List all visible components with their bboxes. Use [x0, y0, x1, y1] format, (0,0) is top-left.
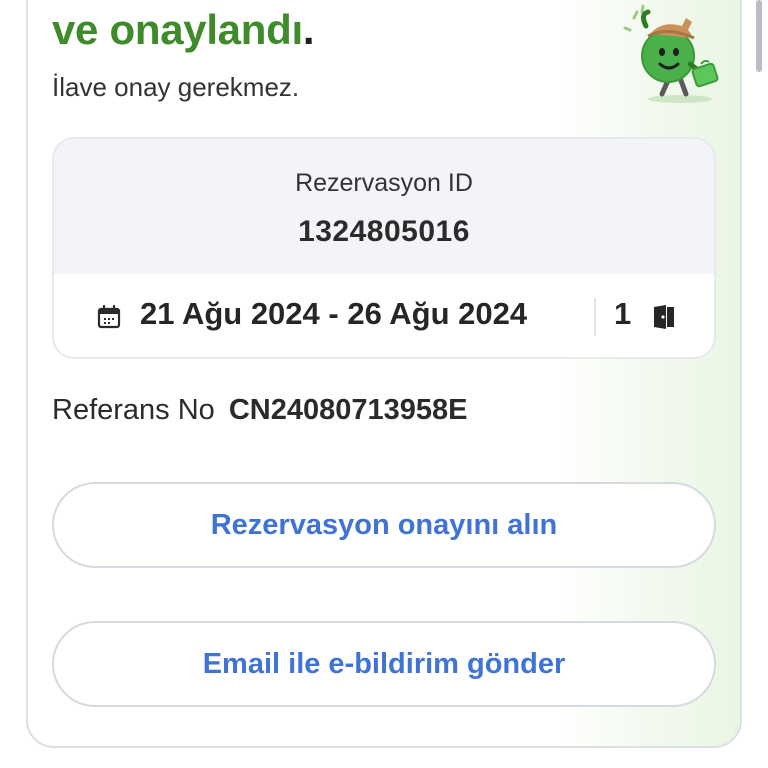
reference-number-row: Referans No CN24080713958E	[52, 394, 467, 427]
calendar-icon	[97, 304, 121, 329]
booking-id-section: Rezervasyon ID 1324805016	[54, 139, 714, 274]
booking-summary-box: Rezervasyon ID 1324805016 21 Ağu 2024 - …	[52, 137, 716, 359]
vertical-scrollbar[interactable]	[756, 0, 762, 72]
stay-dates-row: 21 Ağu 2024 - 26 Ağu 2024 1	[54, 274, 714, 357]
stay-date-range: 21 Ağu 2024 - 26 Ağu 2024	[140, 296, 528, 331]
room-count: 1	[614, 296, 632, 331]
booking-confirmation-screen: ve onaylandı. İlave onay gerekmez. Rezer…	[0, 0, 768, 768]
no-further-approval-text: İlave onay gerekmez.	[52, 72, 300, 102]
door-icon	[654, 305, 674, 329]
mascot-traveler-icon	[623, 4, 719, 103]
send-email-notification-button[interactable]: Email ile e-bildirim gönder	[52, 621, 716, 707]
confirmation-headline: ve onaylandı.	[52, 6, 315, 54]
headline-dot: .	[302, 6, 315, 53]
get-booking-confirmation-button[interactable]: Rezervasyon onayını alın	[52, 482, 716, 568]
booking-id-value: 1324805016	[298, 215, 470, 248]
reference-value: CN24080713958E	[228, 394, 468, 426]
booking-id-label: Rezervasyon ID	[295, 169, 473, 197]
reference-label: Referans No	[52, 394, 215, 426]
headline-text: ve onaylandı	[52, 6, 303, 53]
date-room-divider	[594, 298, 596, 336]
